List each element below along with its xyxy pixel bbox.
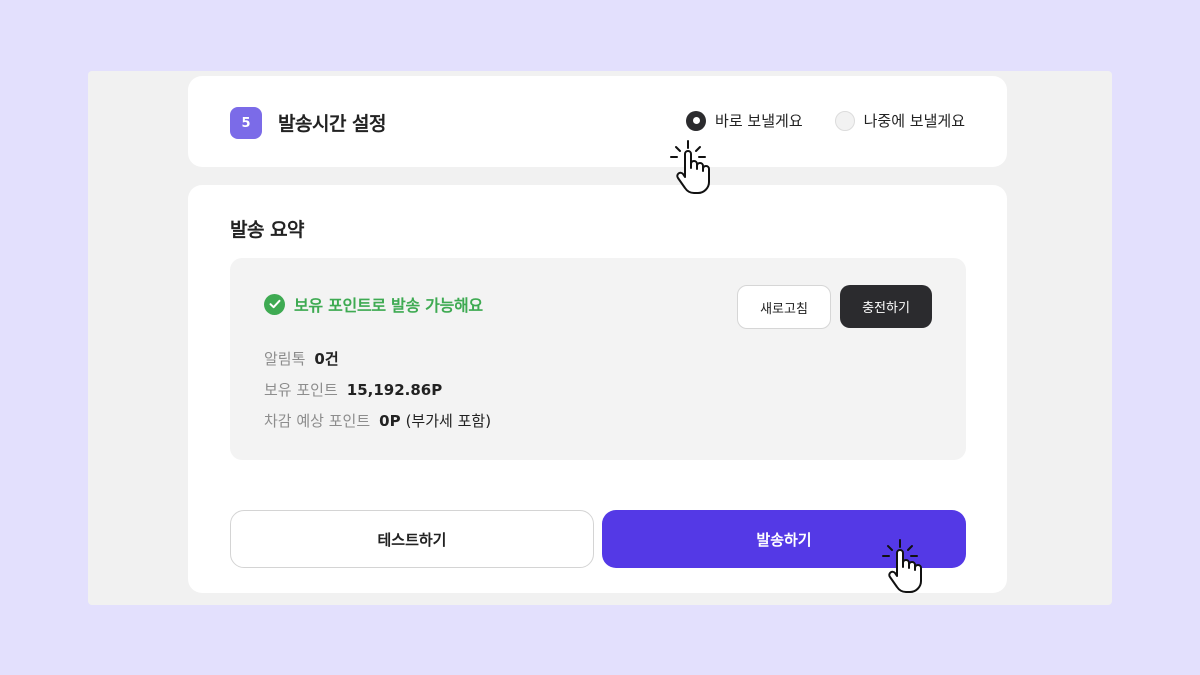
step-title: 발송시간 설정 (278, 113, 387, 135)
summary-rows: 알림톡 0건 보유 포인트 15,192.86P 차감 예상 포인트 0P (부… (264, 348, 491, 441)
content-panel: 5 발송시간 설정 바로 보낼게요 나중에 보낼게요 발송 요약 보유 포인트로… (88, 71, 1112, 605)
radio-send-now[interactable]: 바로 보낼게요 (686, 110, 803, 131)
send-summary-card: 발송 요약 보유 포인트로 발송 가능해요 새로고침 충전하기 알림톡 0건 보… (188, 185, 1007, 593)
summary-row-value: 0P (379, 412, 401, 430)
refresh-button[interactable]: 새로고침 (737, 285, 831, 329)
radio-send-later-label: 나중에 보낼게요 (863, 112, 965, 130)
summary-row-value: 0건 (314, 350, 339, 368)
radio-selected-indicator[interactable] (686, 110, 707, 131)
radio-unselected-indicator[interactable] (834, 110, 855, 131)
test-button[interactable]: 테스트하기 (230, 510, 594, 568)
summary-row-deduction: 차감 예상 포인트 0P (부가세 포함) (264, 410, 491, 441)
send-time-radio-group: 바로 보낼게요 나중에 보낼게요 (686, 110, 965, 131)
hand-pointer-icon (882, 539, 922, 593)
summary-title: 발송 요약 (230, 219, 305, 241)
status-message: 보유 포인트로 발송 가능해요 (264, 292, 483, 316)
radio-send-now-label: 바로 보낼게요 (715, 112, 803, 130)
send-time-card: 5 발송시간 설정 바로 보낼게요 나중에 보낼게요 (188, 76, 1007, 167)
summary-box: 보유 포인트로 발송 가능해요 새로고침 충전하기 알림톡 0건 보유 포인트 … (230, 258, 966, 460)
radio-send-later[interactable]: 나중에 보낼게요 (834, 110, 965, 131)
hand-pointer-icon (670, 140, 710, 194)
summary-row-value: 15,192.86P (346, 381, 443, 399)
summary-row-points: 보유 포인트 15,192.86P (264, 379, 491, 410)
summary-row-key: 보유 포인트 (264, 381, 338, 399)
summary-row-suffix: (부가세 포함) (405, 412, 492, 430)
charge-button[interactable]: 충전하기 (840, 285, 932, 328)
status-text: 보유 포인트로 발송 가능해요 (294, 296, 483, 315)
check-circle-icon (264, 293, 285, 315)
step-number-badge: 5 (230, 107, 262, 139)
summary-row-key: 차감 예상 포인트 (264, 412, 371, 430)
summary-row-alimtalk: 알림톡 0건 (264, 348, 491, 379)
summary-row-key: 알림톡 (264, 350, 306, 368)
